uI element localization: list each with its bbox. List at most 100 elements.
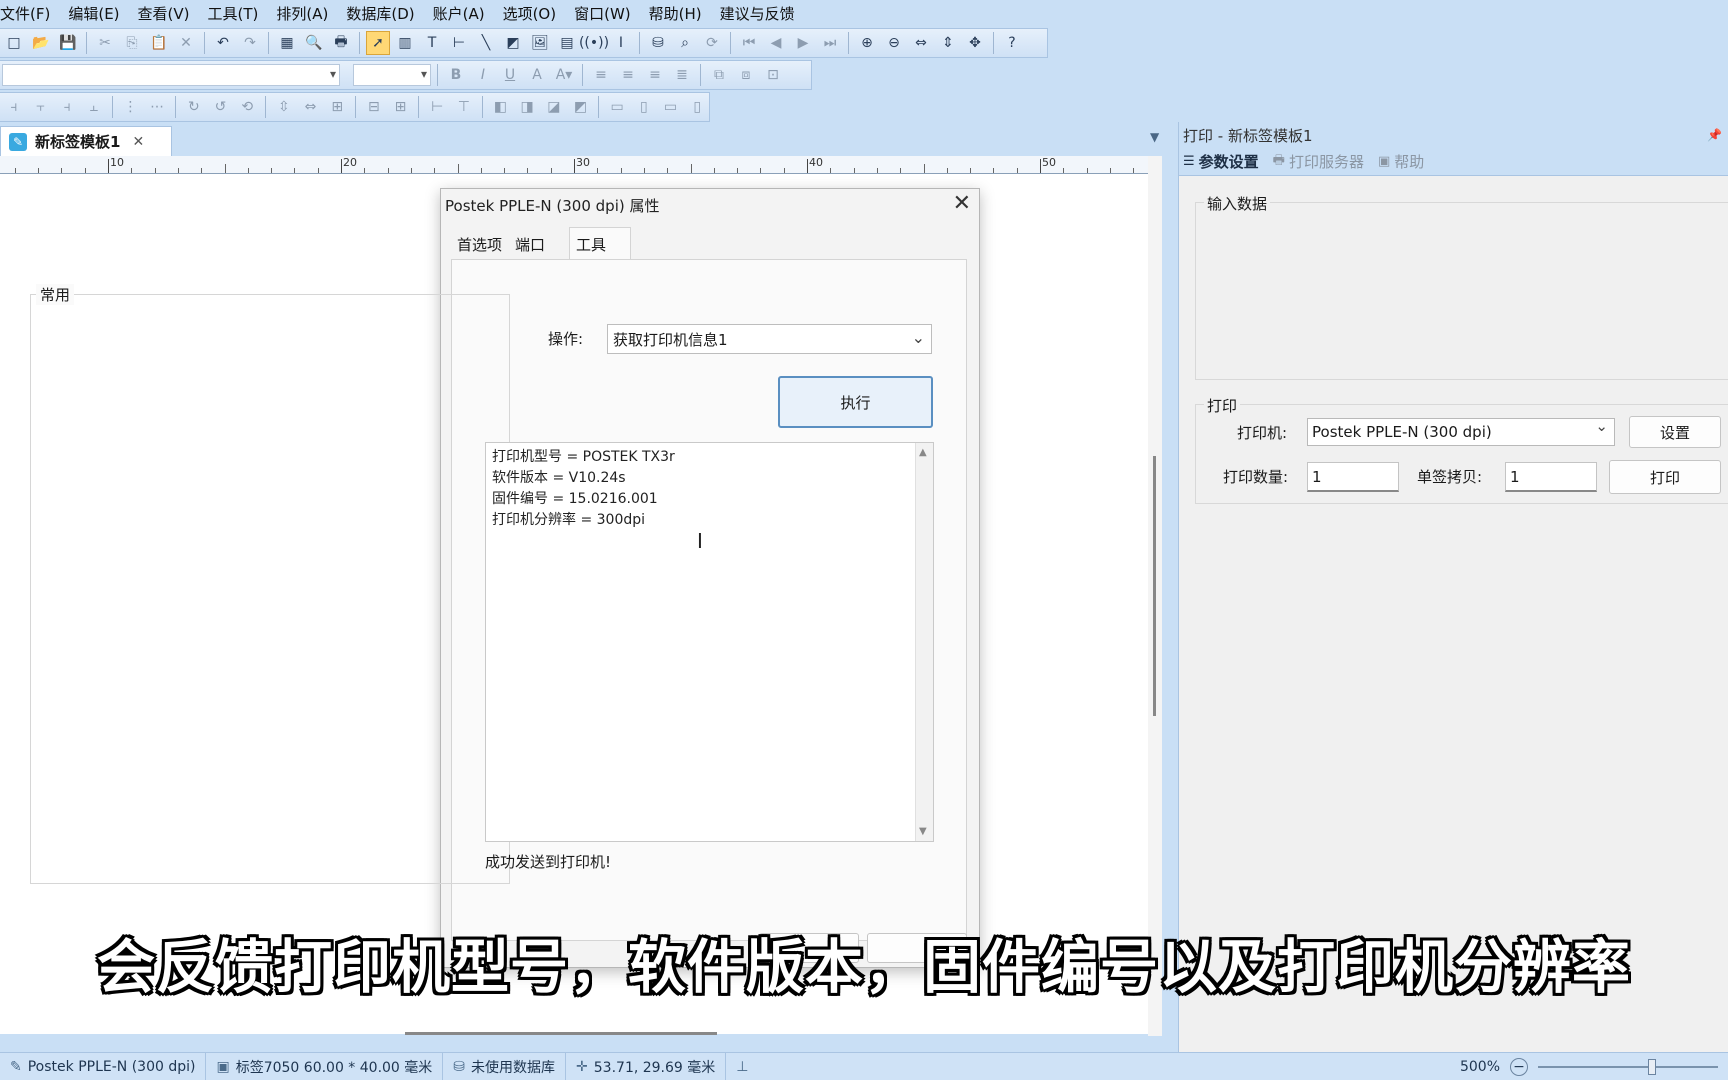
ungroup-icon[interactable]: ⧈ [734, 63, 758, 87]
menu-database[interactable]: 数据库(D) [346, 3, 414, 24]
font-size-combo[interactable] [353, 64, 431, 86]
menu-feedback[interactable]: 建议与反馈 [720, 3, 795, 24]
open-folder-icon[interactable]: 📂 [29, 31, 53, 55]
select-arrow-icon[interactable]: ➚ [366, 31, 390, 55]
tab-preferences[interactable]: 首选项 [451, 231, 508, 257]
zoom-minus-icon[interactable]: − [1510, 1058, 1528, 1076]
prev-record-icon[interactable]: ◀ [764, 31, 788, 55]
same-height-icon[interactable]: ⇳ [272, 95, 296, 119]
center-h-icon[interactable]: ⊟ [362, 95, 386, 119]
menu-window[interactable]: 窗口(W) [574, 3, 631, 24]
align-left-icon[interactable]: ≡ [589, 63, 613, 87]
tab-list-dropdown-icon[interactable]: ▼ [1150, 130, 1159, 144]
zoom-slider[interactable] [1538, 1059, 1718, 1075]
new-file-icon[interactable]: □ [2, 31, 26, 55]
font-name-combo[interactable] [2, 64, 340, 86]
execute-button[interactable]: 执行 [778, 376, 933, 428]
printer-settings-button[interactable]: 设置 [1629, 416, 1721, 448]
tab-params[interactable]: ☰ 参数设置 [1183, 151, 1259, 172]
distribute-h-icon[interactable]: ⋮ [119, 95, 143, 119]
snap-grid-icon[interactable]: ⊥ [736, 1059, 748, 1075]
group-icon[interactable]: ⧉ [707, 63, 731, 87]
tab-print-server[interactable]: 🖶 打印服务器 [1273, 151, 1364, 173]
last-record-icon[interactable]: ⏭ [818, 31, 842, 55]
fit-width-icon[interactable]: ⇔ [909, 31, 933, 55]
align-right-icon[interactable]: ≡ [643, 63, 667, 87]
close-tab-icon[interactable]: ✕ [132, 134, 144, 150]
cut-icon[interactable]: ✂ [93, 31, 117, 55]
paste-icon[interactable]: 📋 [147, 31, 171, 55]
dialog-close-icon[interactable]: ✕ [953, 191, 971, 216]
rfid-icon[interactable]: ((•)) [579, 31, 609, 55]
printer-select[interactable]: Postek PPLE-N (300 dpi) [1307, 417, 1615, 446]
text-cursor-icon[interactable]: Ι [609, 31, 633, 55]
printer-info-output[interactable]: 打印机型号 = POSTEK TX3r 软件版本 = V10.24s 固件编号 … [485, 442, 934, 842]
distribute-v-icon[interactable]: ⋯ [145, 95, 169, 119]
save-icon[interactable]: 💾 [56, 31, 80, 55]
redo-icon[interactable]: ↷ [238, 31, 262, 55]
undo-icon[interactable]: ↶ [211, 31, 235, 55]
highlight-icon[interactable]: A [525, 63, 549, 87]
spacing-h-icon[interactable]: ⊢ [425, 95, 449, 119]
scroll-down-icon[interactable]: ▼ [919, 826, 927, 837]
scrollbar-thumb[interactable] [1153, 456, 1156, 716]
justify-icon[interactable]: ≣ [670, 63, 694, 87]
align-objects-bottom-icon[interactable]: ⫠ [82, 95, 106, 119]
menu-file[interactable]: 文件(F) [0, 3, 50, 24]
tab-help[interactable]: ▣ 帮助 [1378, 151, 1424, 172]
tab-port[interactable]: 端口 [509, 231, 551, 257]
center-v-icon[interactable]: ⊞ [389, 95, 413, 119]
bring-forward-icon[interactable]: ◪ [542, 95, 566, 119]
help-icon[interactable]: ? [1000, 31, 1024, 55]
database-icon[interactable]: ⛁ [646, 31, 670, 55]
align-objects-top-icon[interactable]: ⫟ [29, 95, 53, 119]
send-backward-icon[interactable]: ◩ [569, 95, 593, 119]
align-page-right-icon[interactable]: ▯ [685, 95, 709, 119]
shape-icon[interactable]: ◩ [501, 31, 525, 55]
first-record-icon[interactable]: ⏮ [737, 31, 761, 55]
fit-page-icon[interactable]: ✥ [963, 31, 987, 55]
rotate-90-icon[interactable]: ↻ [182, 95, 206, 119]
align-page-left-icon[interactable]: ▯ [632, 95, 656, 119]
align-objects-right-icon[interactable]: ⫞ [55, 95, 79, 119]
menu-view[interactable]: 查看(V) [138, 3, 190, 24]
next-record-icon[interactable]: ▶ [791, 31, 815, 55]
same-width-icon[interactable]: ⇔ [299, 95, 323, 119]
text-icon[interactable]: T [420, 31, 444, 55]
align-objects-left-icon[interactable]: ⫞ [2, 95, 26, 119]
print-preview-icon[interactable]: 🔍 [302, 31, 326, 55]
menu-tools[interactable]: 工具(T) [208, 3, 259, 24]
operation-select[interactable]: 获取打印机信息1 ⌄ [607, 324, 932, 354]
canvas-horizontal-scrollbar[interactable] [405, 1032, 717, 1035]
print-button[interactable]: 打印 [1609, 460, 1721, 494]
delete-icon[interactable]: ✕ [174, 31, 198, 55]
print-icon[interactable]: 🖶 [329, 31, 353, 55]
line-icon[interactable]: ⊢ [447, 31, 471, 55]
align-page-top-icon[interactable]: ▭ [605, 95, 629, 119]
scroll-up-icon[interactable]: ▲ [919, 447, 927, 458]
font-color-icon[interactable]: A▾ [552, 63, 576, 87]
binoculars-icon[interactable]: ⌕ [673, 31, 697, 55]
page-setup-icon[interactable]: ▦ [275, 31, 299, 55]
menu-edit[interactable]: 编辑(E) [68, 3, 119, 24]
quantity-field[interactable]: 1 [1307, 462, 1399, 492]
underline-icon[interactable]: U [498, 63, 522, 87]
tab-tools[interactable]: 工具 [569, 227, 631, 259]
refresh-icon[interactable]: ⟳ [700, 31, 724, 55]
menu-help[interactable]: 帮助(H) [649, 3, 702, 24]
spacing-v-icon[interactable]: ⊤ [452, 95, 476, 119]
zoom-out-icon[interactable]: ⊖ [882, 31, 906, 55]
barcode-icon[interactable]: ▥ [393, 31, 417, 55]
rotate-180-icon[interactable]: ↺ [209, 95, 233, 119]
lock-icon[interactable]: ⊡ [761, 63, 785, 87]
align-page-bottom-icon[interactable]: ▭ [659, 95, 683, 119]
canvas-vertical-scrollbar[interactable] [1148, 156, 1162, 1036]
copies-field[interactable]: 1 [1505, 462, 1597, 492]
zoom-slider-thumb[interactable] [1648, 1059, 1656, 1075]
menu-account[interactable]: 账户(A) [433, 3, 485, 24]
document-tab[interactable]: ✎ 新标签模板1 ✕ [0, 126, 172, 156]
pin-icon[interactable]: 📌 [1707, 128, 1722, 142]
output-scrollbar[interactable]: ▲ ▼ [915, 443, 933, 841]
zoom-in-icon[interactable]: ⊕ [855, 31, 879, 55]
copy-icon[interactable]: ⎘ [120, 31, 144, 55]
